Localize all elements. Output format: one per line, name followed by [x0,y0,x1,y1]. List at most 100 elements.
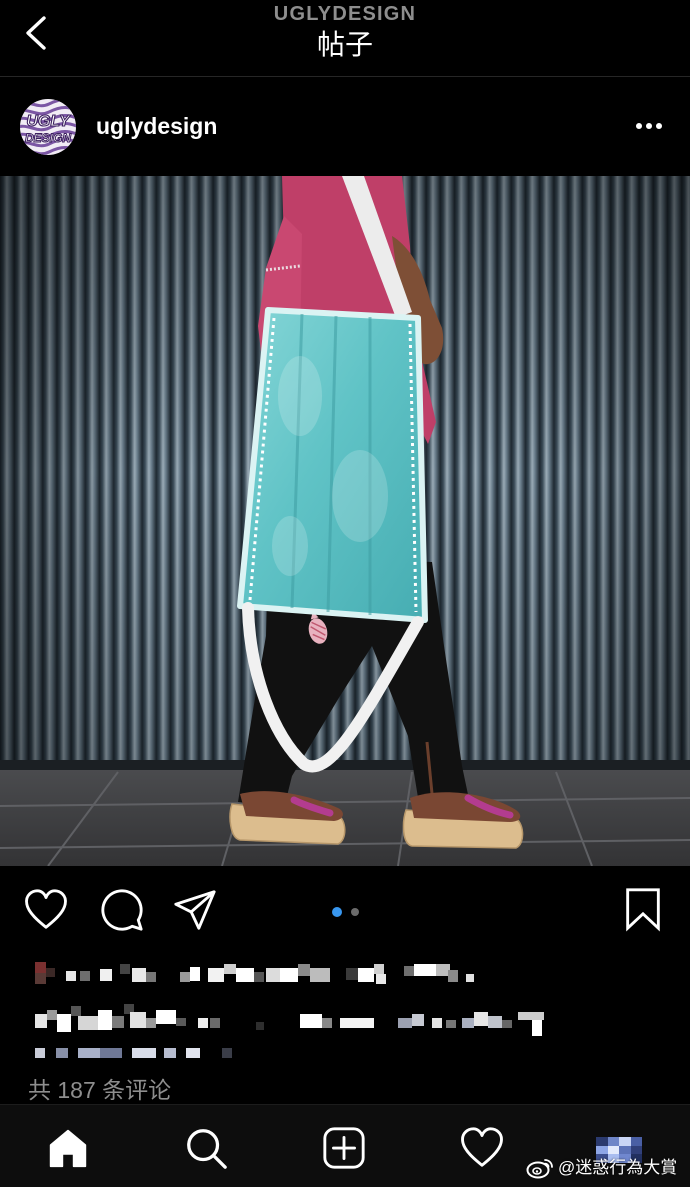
pixelated-redaction-block [532,1020,542,1036]
save-button[interactable] [620,886,666,932]
profile-avatar-pixel [630,1137,642,1146]
pixelated-redaction-block [132,1048,156,1058]
uglydesign-logo: UGLY DESIGN [20,99,76,155]
pixelated-redaction-block [432,1018,442,1028]
tiled-floor [0,760,690,866]
pixelated-redaction-block [78,1048,100,1058]
nav-search[interactable] [183,1125,229,1171]
pixelated-redaction-block [180,972,190,982]
pixelated-redaction-block [300,1014,322,1028]
carousel-indicator [0,906,690,918]
pixelated-redaction-block [462,1018,474,1028]
pixelated-redaction-block [474,1012,488,1026]
carousel-dot-active [331,907,342,917]
pixelated-redaction-block [398,1018,412,1028]
page-title: 帖子 [316,29,373,60]
pixelated-redaction-block [176,1018,186,1026]
pixelated-redaction-block [256,1022,264,1030]
pixelated-redaction-block [448,970,458,982]
pixelated-redaction-block [224,964,236,974]
avatar-logo-line2: DESIGN [25,131,71,145]
pixelated-redaction-block [35,1014,47,1028]
pixelated-redaction-block [100,969,112,981]
pixelated-redaction-block [412,1014,424,1026]
pixelated-redaction-block [100,1048,122,1058]
search-icon [187,1129,227,1169]
avatar-logo-line1: UGLY [26,113,71,130]
weibo-logo-icon [526,1159,553,1179]
nav-new-post[interactable] [321,1125,367,1171]
pixelated-redaction-block [404,966,414,976]
pixelated-redaction-block [56,1048,68,1058]
pixelated-redaction-block [298,964,310,976]
pixelated-redaction-block [35,962,46,973]
pixelated-redaction-block [280,968,298,982]
pixelated-redaction-block [132,968,146,982]
view-comments-link[interactable]: 共 187 条评论 [28,1075,171,1105]
pixelated-redaction-block [414,964,436,976]
post-photo-container[interactable] [0,176,690,866]
pixelated-redaction-block [186,1048,200,1058]
pixelated-redaction-block [310,968,330,982]
pixelated-redaction-block [66,971,76,981]
profile-avatar-pixel [619,1137,631,1146]
pixelated-redaction-block [446,1020,456,1028]
bookmark-outline-icon [626,888,660,932]
face-mask-bag [237,307,428,623]
avatar[interactable]: UGLY DESIGN [19,98,77,156]
pixelated-redaction-block [266,968,280,982]
pixelated-redaction-block [156,1010,176,1024]
add-post-icon [323,1127,365,1169]
pixelated-redaction-block [190,967,200,981]
pixelated-redaction-block [222,1048,232,1058]
activity-heart-icon [461,1127,503,1167]
pixelated-redaction-block [71,1006,81,1016]
more-options-button[interactable] [634,118,664,134]
pixelated-redaction-block [502,1020,512,1028]
pixelated-redaction-block [340,1018,374,1028]
pixelated-redaction-block [98,1010,112,1030]
pixelated-redaction-block [208,968,224,982]
pixelated-redaction-block [47,1010,57,1020]
pixelated-redaction-block [120,964,130,974]
pixelated-redaction-block [112,1016,124,1028]
profile-avatar-pixel [607,1137,619,1146]
pixelated-redaction-block [46,968,55,977]
pixelated-redaction-block [210,1018,220,1028]
pixelated-redaction-block [35,1048,45,1058]
pixelated-redaction-block [236,968,254,982]
nav-home[interactable] [45,1125,91,1171]
pixelated-redaction-block [130,1012,146,1028]
post-photo [0,176,690,866]
pixelated-redaction-block [57,1014,71,1032]
pixelated-redaction-block [518,1012,544,1020]
pixelated-redaction-block [80,971,90,981]
pixelated-redaction-block [146,972,156,982]
pixelated-redaction-block [78,1016,98,1030]
profile-avatar-pixel [619,1145,631,1155]
top-bar: UGLYDESIGN 帖子 [0,0,690,77]
username[interactable]: uglydesign [96,111,217,141]
pixelated-redaction-block [374,964,384,974]
pixelated-redaction-block [164,1048,176,1058]
watermark: @迷惑行為大賞 [526,1155,677,1181]
pixelated-redaction-block [488,1016,502,1028]
pixelated-redaction-block [198,1018,208,1028]
watermark-text: @迷惑行為大賞 [558,1158,678,1177]
pixelated-redaction-block [358,968,374,982]
pixelated-redaction-block [35,973,46,984]
nav-activity[interactable] [459,1125,505,1171]
pixelated-redaction-block [346,968,358,980]
more-horizontal-icon [636,123,662,129]
account-name: UGLYDESIGN [273,3,417,25]
profile-avatar-pixel [596,1137,608,1146]
carousel-dot [350,908,359,916]
post-header: UGLY DESIGN uglydesign [0,77,690,176]
pixelated-redaction-block [322,1018,332,1028]
profile-avatar-pixel [596,1145,608,1155]
pixelated-redaction-block [254,972,264,982]
home-icon [49,1129,87,1168]
pixelated-redaction-block [466,974,474,982]
pixelated-redaction-block [146,1018,156,1028]
profile-avatar-pixel [607,1145,619,1155]
